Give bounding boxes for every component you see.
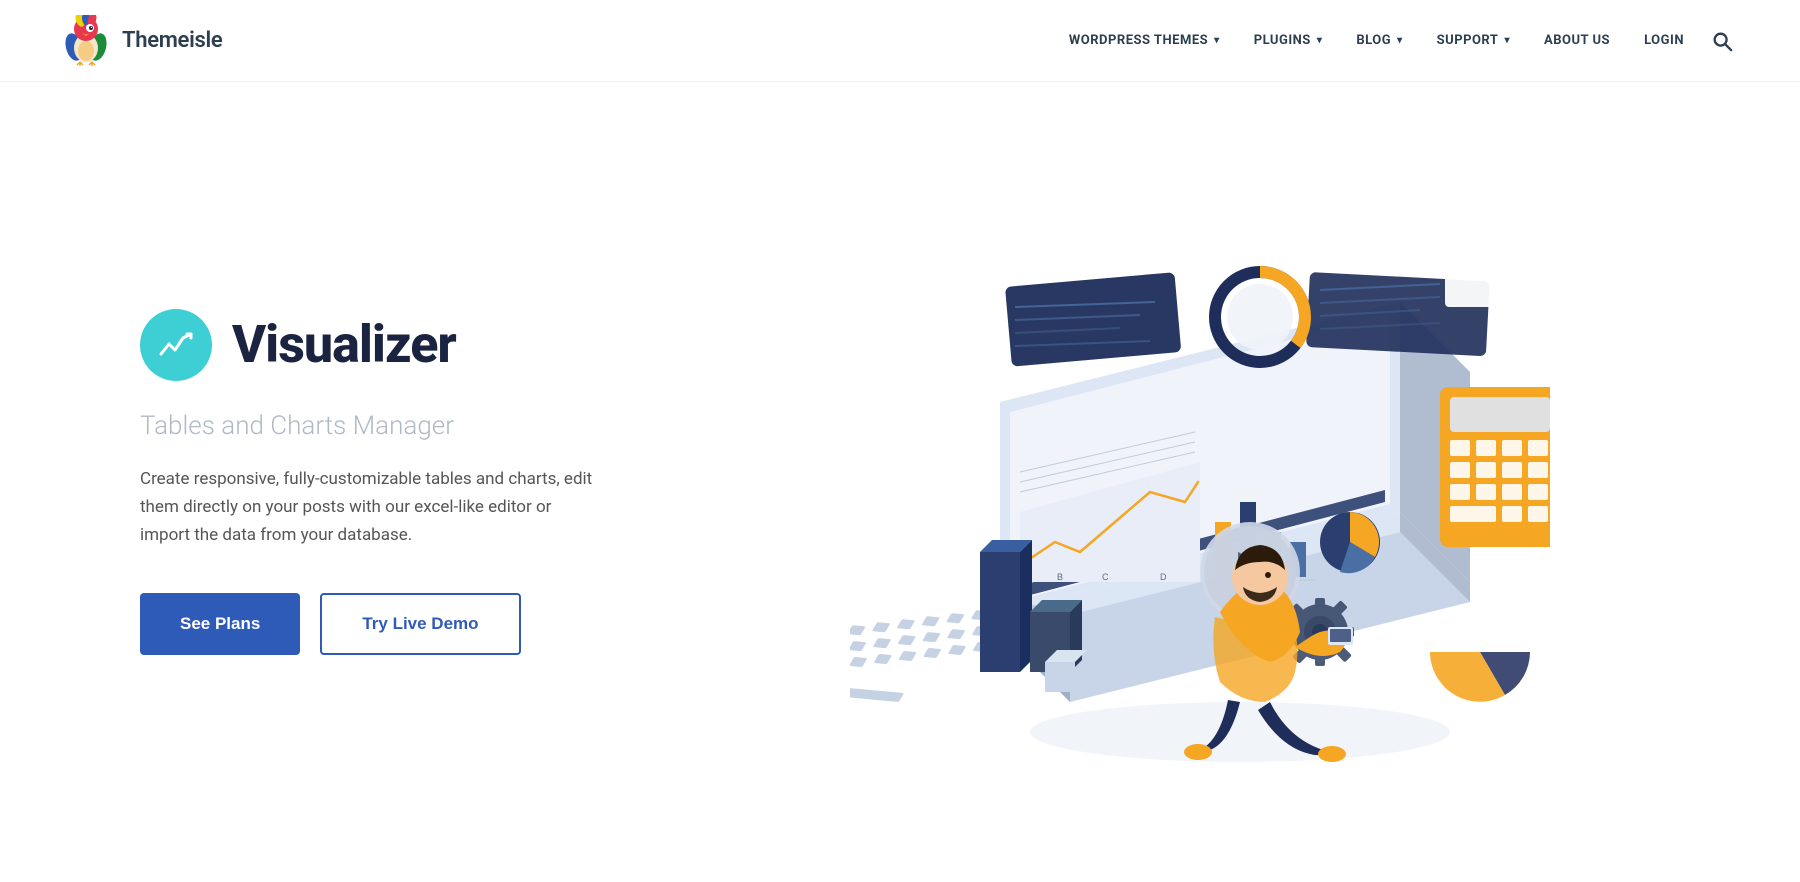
- chevron-down-icon: ▾: [1317, 35, 1323, 46]
- search-icon: [1711, 30, 1733, 52]
- chart-icon: [157, 326, 195, 364]
- see-plans-button[interactable]: See Plans: [140, 593, 300, 655]
- hero-description: Create responsive, fully-customizable ta…: [140, 465, 600, 549]
- svg-text:B: B: [1057, 572, 1063, 582]
- nav-item-wordpress-themes[interactable]: WORDPRESS THEMES ▾: [1055, 25, 1234, 56]
- nav-item-plugins[interactable]: PLUGINS ▾: [1240, 25, 1337, 56]
- search-button[interactable]: [1704, 23, 1740, 59]
- hero-title-group: Visualizer: [140, 309, 660, 381]
- hero-illustration: A B C D: [660, 142, 1740, 822]
- hero-content: Visualizer Tables and Charts Manager Cre…: [140, 309, 660, 655]
- main-nav: WORDPRESS THEMES ▾ PLUGINS ▾ BLOG ▾ SUPP…: [1055, 23, 1740, 59]
- hero-subtitle: Tables and Charts Manager: [140, 411, 660, 441]
- isometric-illustration: A B C D: [850, 172, 1550, 792]
- nav-item-blog[interactable]: BLOG ▾: [1342, 25, 1416, 56]
- logo-link[interactable]: Themeisle: [60, 15, 222, 67]
- nav-item-about-us[interactable]: ABOUT US: [1530, 25, 1624, 56]
- hero-product-icon: [140, 309, 212, 381]
- hero-title: Visualizer: [232, 314, 456, 375]
- logo-text: Themeisle: [122, 28, 222, 53]
- svg-text:C: C: [1102, 572, 1109, 582]
- chevron-down-icon: ▾: [1214, 35, 1220, 46]
- hero-cta-group: See Plans Try Live Demo: [140, 593, 660, 655]
- nav-item-login[interactable]: LOGIN: [1630, 25, 1698, 56]
- svg-text:D: D: [1160, 572, 1167, 582]
- hero-section: Visualizer Tables and Charts Manager Cre…: [0, 82, 1800, 882]
- chevron-down-icon: ▾: [1504, 35, 1510, 46]
- illustration-svg: A B C D: [850, 172, 1550, 792]
- chevron-down-icon: ▾: [1397, 35, 1403, 46]
- site-header: Themeisle WORDPRESS THEMES ▾ PLUGINS ▾ B…: [0, 0, 1800, 82]
- try-live-demo-button[interactable]: Try Live Demo: [320, 593, 520, 655]
- logo-bird-icon: [60, 15, 112, 67]
- nav-item-support[interactable]: SUPPORT ▾: [1423, 25, 1524, 56]
